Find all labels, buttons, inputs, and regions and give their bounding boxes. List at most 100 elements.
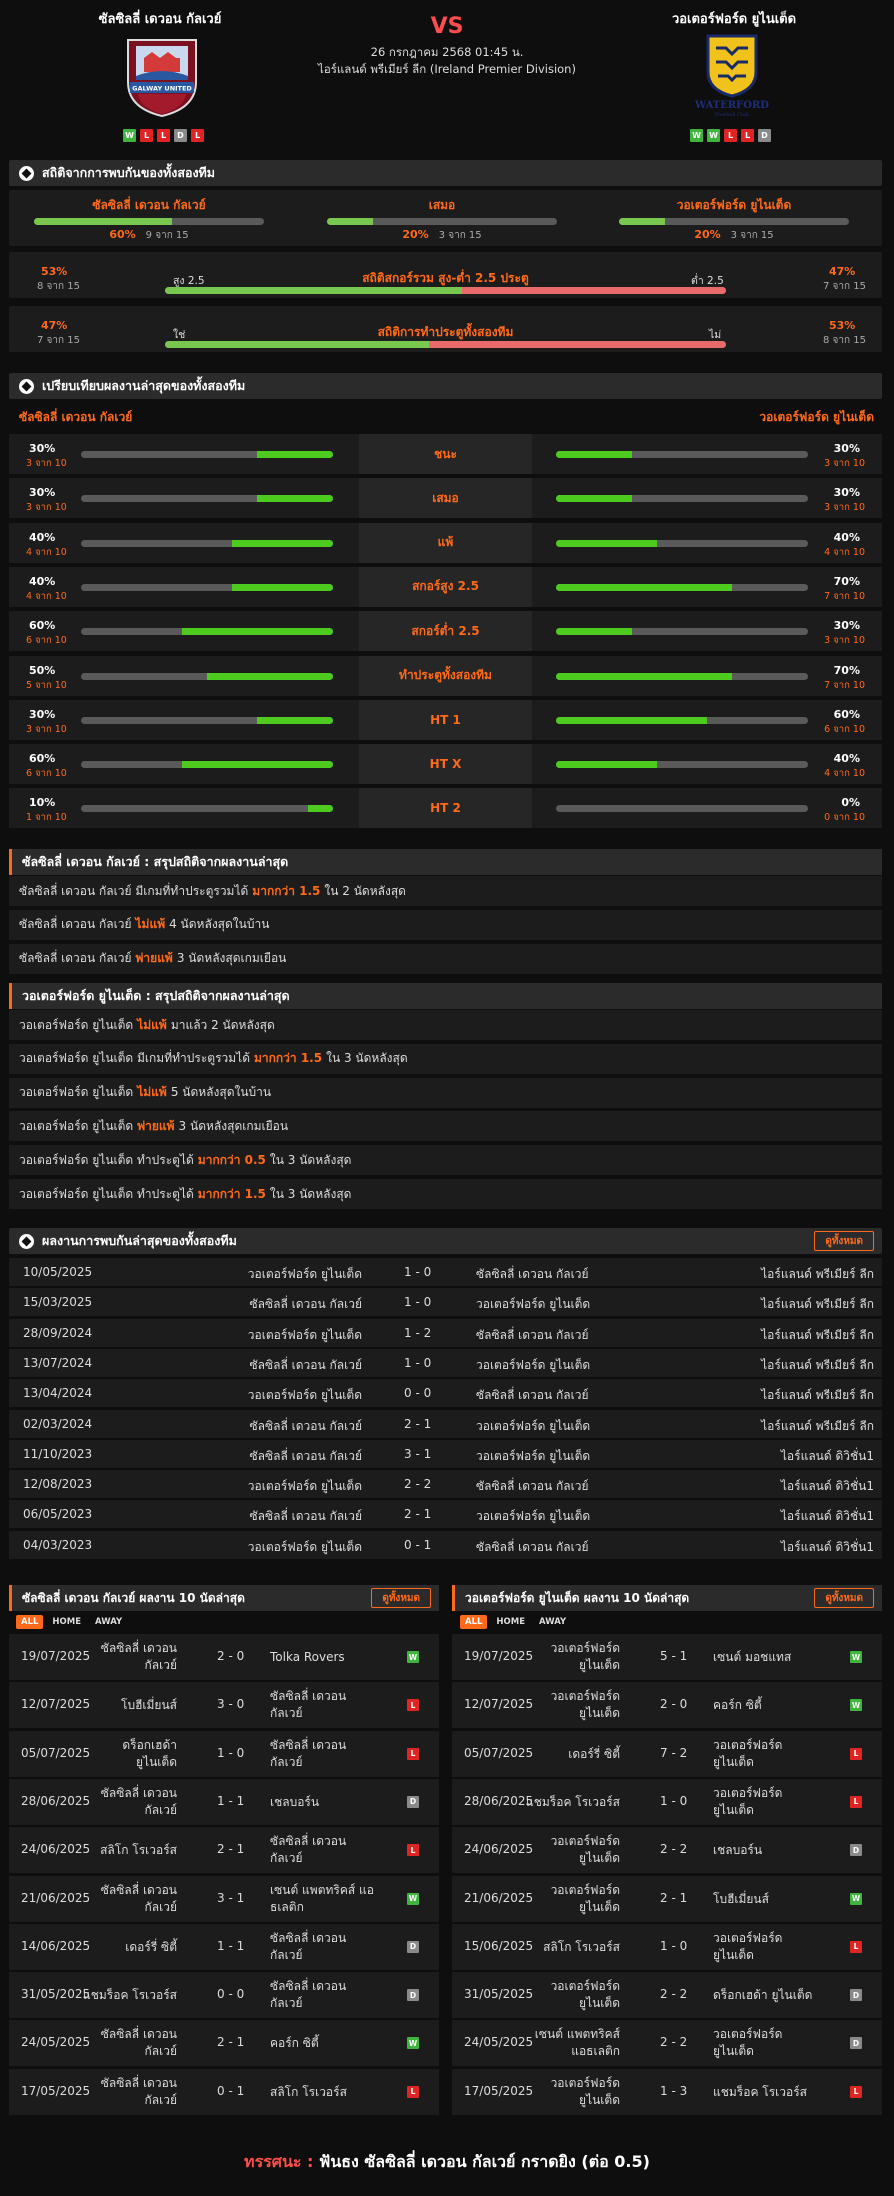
summary-highlight: มากกว่า 1.5 xyxy=(197,1186,266,1201)
tab-all[interactable]: ALL xyxy=(460,1615,488,1629)
last10-row[interactable]: 17/05/2025 ซัลซิลลี่ เดวอน กัลเวย์ 0 - 1 สล… xyxy=(9,2068,439,2115)
compare-home-sub: 5 จาก 10 xyxy=(26,679,67,691)
last10-row[interactable]: 17/05/2025 วอเตอร์ฟอร์ด ยูไนเต็ด 1 - 3 แชมร… xyxy=(452,2068,882,2115)
summary-text-end: ใน 3 นัดหลังสุด xyxy=(269,1186,352,1201)
last10-date: 24/05/2025 xyxy=(464,2035,534,2050)
compare-away-team[interactable]: วอเตอร์ฟอร์ด ยูไนเต็ด xyxy=(759,408,874,427)
compare-home-sub: 3 จาก 10 xyxy=(26,458,67,469)
ou-bar xyxy=(165,287,726,294)
form-badge: W xyxy=(123,129,136,142)
h2h-match-row[interactable]: 10/05/2025 วอเตอร์ฟอร์ด ยูไนเต็ด 1 - 0 ซัลซ… xyxy=(9,1258,882,1286)
h2h-match-row[interactable]: 28/09/2024 วอเตอร์ฟอร์ด ยูไนเต็ด 1 - 2 ซัลซ… xyxy=(9,1318,882,1347)
summary-highlight: ไม่แพ้ xyxy=(135,917,166,932)
btts-right-pct: 53% xyxy=(829,319,856,332)
last10-away: ซัลซิลลี่ เดวอน กัลเวย์ xyxy=(270,1689,347,1721)
last10-away: เซนต์ มอชแทส xyxy=(713,1650,792,1664)
h2h-stats-panel: ซัลซิลลี่ เดวอน กัลเวย์ 60% 9 จาก 15 เสมอ 20… xyxy=(9,190,882,246)
tab-away[interactable]: AWAY xyxy=(534,1615,571,1629)
h2h-match-row[interactable]: 02/03/2024 ซัลซิลลี่ เดวอน กัลเวย์ 2 - 1 วอ… xyxy=(9,1409,882,1438)
summary-text-end: ใน 2 นัดหลังสุด xyxy=(324,883,406,898)
last10-row[interactable]: 31/05/2025 แชมร็อค โรเวอร์ส 0 - 0 ซัลซิลลี่… xyxy=(9,1972,439,2019)
last10-date: 17/05/2025 xyxy=(21,2083,91,2098)
compare-row: 10% 1 จาก 10 HT 2 0% 0 จาก 10 xyxy=(9,788,882,829)
last10-away: โบฮีเมี่ยนส์ xyxy=(713,1891,769,1906)
last10-away: เชลบอร์น xyxy=(270,1794,320,1809)
last10-score: 5 - 1 xyxy=(660,1649,688,1663)
last10-result-badge: D xyxy=(407,1795,419,1808)
last10-row[interactable]: 28/06/2025 ซัลซิลลี่ เดวอน กัลเวย์ 1 - 1 เช… xyxy=(9,1778,439,1825)
last10-result-badge: L xyxy=(407,1699,419,1712)
home-team-logo[interactable]: GALWAY UNITED xyxy=(122,32,202,118)
compare-row: 60% 6 จาก 10 สกอร์ต่ำ 2.5 30% 3 จาก 10 xyxy=(9,611,882,652)
last10-row[interactable]: 28/06/2025 แชมร็อค โรเวอร์ส 1 - 0 วอเตอร์ฟอ… xyxy=(452,1778,882,1825)
h2h-match-row[interactable]: 11/10/2023 ซัลซิลลี่ เดวอน กัลเวย์ 3 - 1 วอ… xyxy=(9,1439,882,1468)
away-last10-view-all-button[interactable]: ดูทั้งหมด xyxy=(814,1588,874,1608)
home-last10-view-all-button[interactable]: ดูทั้งหมด xyxy=(371,1588,431,1608)
last10-date: 28/06/2025 xyxy=(21,1793,91,1808)
last10-row[interactable]: 14/06/2025 เดอร์รี่ ซิตี้ 1 - 1 ซัลซิลลี่ เ… xyxy=(9,1923,439,1970)
soccer-ball-icon xyxy=(19,378,34,394)
h2h-match-row[interactable]: 12/08/2023 วอเตอร์ฟอร์ด ยูไนเต็ด 2 - 2 ซัลซ… xyxy=(9,1470,882,1499)
last10-row[interactable]: 21/06/2025 ซัลซิลลี่ เดวอน กัลเวย์ 3 - 1 เซ… xyxy=(9,1875,439,1922)
last10-row[interactable]: 21/06/2025 วอเตอร์ฟอร์ด ยูไนเต็ด 2 - 1 โบฮี… xyxy=(452,1875,882,1922)
compare-stat-label: สกอร์ต่ำ 2.5 xyxy=(359,611,532,652)
last10-row[interactable]: 05/07/2025 เดอร์รี่ ซิตี้ 7 - 2 วอเตอร์ฟอร์… xyxy=(452,1730,882,1777)
h2h-match-row[interactable]: 13/07/2024 ซัลซิลลี่ เดวอน กัลเวย์ 1 - 0 วอ… xyxy=(9,1348,882,1377)
compare-home-bar xyxy=(81,761,333,769)
summary-text: วอเตอร์ฟอร์ด ยูไนเต็ด ทำประตูได้ xyxy=(19,1152,194,1167)
h2h-match-date: 04/03/2023 xyxy=(23,1537,93,1552)
h2h-match-league: ไอร์แลนด์ พรีเมียร์ ลีก xyxy=(761,1327,874,1342)
h2h-match-row[interactable]: 04/03/2023 วอเตอร์ฟอร์ด ยูไนเต็ด 0 - 1 ซัลซ… xyxy=(9,1530,882,1559)
h2h-match-row[interactable]: 13/04/2024 วอเตอร์ฟอร์ด ยูไนเต็ด 0 - 0 ซัลซ… xyxy=(9,1379,882,1408)
last10-away: วอเตอร์ฟอร์ด ยูไนเต็ด xyxy=(713,2027,783,2059)
h2h-stat-label: ซัลซิลลี่ เดวอน กัลเวย์ xyxy=(92,198,206,212)
h2h-match-date: 10/05/2025 xyxy=(23,1265,93,1279)
last10-away: ดร็อกเฮด้า ยูไนเต็ด xyxy=(713,1988,813,2003)
last10-row[interactable]: 19/07/2025 วอเตอร์ฟอร์ด ยูไนเต็ด 5 - 1 เซนต… xyxy=(452,1634,882,1680)
last10-result-badge: L xyxy=(850,1747,862,1760)
compare-away-pct: 0% xyxy=(841,796,860,810)
summary-row: วอเตอร์ฟอร์ด ยูไนเต็ด ไม่แพ้ 5 นัดหลังสุดใ… xyxy=(9,1077,882,1108)
last10-row[interactable]: 24/05/2025 เซนต์ แพตทริคส์ แอธเลติก 2 - 2 ว… xyxy=(452,2020,882,2067)
tab-home[interactable]: HOME xyxy=(491,1615,530,1629)
last10-score: 2 - 0 xyxy=(660,1697,688,1712)
h2h-stat-values: 60% 9 จาก 15 xyxy=(34,228,264,243)
h2h-stat-values: 20% 3 จาก 15 xyxy=(619,228,849,243)
summary-row: วอเตอร์ฟอร์ด ยูไนเต็ด พ่ายแพ้ 3 นัดหลังสุด… xyxy=(9,1111,882,1142)
tab-home[interactable]: HOME xyxy=(47,1615,86,1629)
last10-row[interactable]: 12/07/2025 วอเตอร์ฟอร์ด ยูไนเต็ด 2 - 0 คอร์… xyxy=(452,1682,882,1729)
last10-row[interactable]: 15/06/2025 สลิโก โรเวอร์ส 1 - 0 วอเตอร์ฟอร์… xyxy=(452,1923,882,1970)
last10-row[interactable]: 12/07/2025 โบฮีเมี่ยนส์ 3 - 0 ซัลซิลลี่ เดว… xyxy=(9,1682,439,1729)
soccer-ball-icon xyxy=(19,1233,34,1249)
compare-row: 30% 3 จาก 10 เสมอ 30% 3 จาก 10 xyxy=(9,478,882,519)
last10-row[interactable]: 31/05/2025 วอเตอร์ฟอร์ด ยูไนเต็ด 2 - 2 ดร็อ… xyxy=(452,1972,882,2019)
h2h-match-row[interactable]: 15/03/2025 ซัลซิลลี่ เดวอน กัลเวย์ 1 - 0 วอ… xyxy=(9,1288,882,1317)
h2h-match-date: 11/10/2023 xyxy=(23,1446,93,1461)
away-team-logo[interactable]: WATERFORD Football Club xyxy=(692,32,772,118)
compare-home-sub: 4 จาก 10 xyxy=(26,590,67,602)
h2h-match-score: 2 - 2 xyxy=(404,1477,432,1492)
h2h-match-row[interactable]: 06/05/2023 ซัลซิลลี่ เดวอน กัลเวย์ 2 - 1 วอ… xyxy=(9,1500,882,1529)
last10-row[interactable]: 24/05/2025 ซัลซิลลี่ เดวอน กัลเวย์ 2 - 1 คอ… xyxy=(9,2020,439,2067)
last10-away: เซนต์ แพตทริคส์ แอธเลติก xyxy=(270,1882,374,1914)
last10-date: 05/07/2025 xyxy=(21,1745,91,1760)
compare-home-bar xyxy=(81,805,333,813)
compare-home-team[interactable]: ซัลซิลลี่ เดวอน กัลเวย์ xyxy=(19,408,132,427)
compare-stat-label: HT 2 xyxy=(359,788,532,829)
last10-row[interactable]: 24/06/2025 วอเตอร์ฟอร์ด ยูไนเต็ด 2 - 2 เชลบ… xyxy=(452,1827,882,1874)
last10-away: สลิโก โรเวอร์ส xyxy=(270,2084,347,2099)
last10-row[interactable]: 24/06/2025 สลิโก โรเวอร์ส 2 - 1 ซัลซิลลี่ เ… xyxy=(9,1827,439,1874)
compare-home-pct: 50% xyxy=(29,663,56,677)
last10-result-badge: W xyxy=(850,1651,862,1663)
h2h-view-all-button[interactable]: ดูทั้งหมด xyxy=(814,1231,874,1251)
tab-away[interactable]: AWAY xyxy=(90,1615,127,1629)
compare-stat-label: สกอร์สูง 2.5 xyxy=(359,566,532,607)
last10-home: ซัลซิลลี่ เดวอน กัลเวย์ xyxy=(100,1882,177,1914)
tab-all[interactable]: ALL xyxy=(16,1615,44,1629)
h2h-match-league: ไอร์แลนด์ ดิวิชั่น1 xyxy=(780,1479,874,1494)
last10-row[interactable]: 19/07/2025 ซัลซิลลี่ เดวอน กัลเวย์ 2 - 0 To… xyxy=(9,1634,439,1680)
last10-row[interactable]: 05/07/2025 ดร็อกเฮด้า ยูไนเต็ด 1 - 0 ซัลซิล… xyxy=(9,1730,439,1777)
h2h-stat-bar-fill xyxy=(327,218,373,225)
h2h-results-header: ผลงานการพบกันล่าสุดของทั้งสองทีม ดูทั้งห… xyxy=(9,1228,882,1254)
h2h-match-league: ไอร์แลนด์ พรีเมียร์ ลีก xyxy=(761,1418,874,1433)
